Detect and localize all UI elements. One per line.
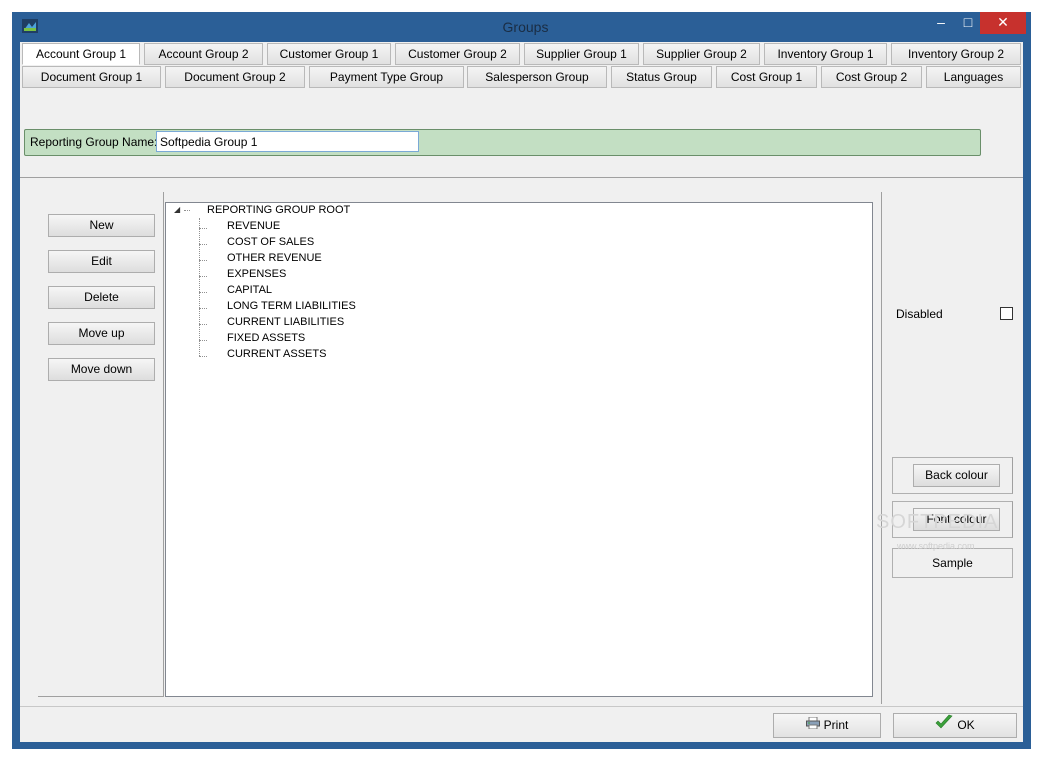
tree-connector (199, 276, 207, 277)
reporting-group-name-input[interactable] (156, 131, 419, 152)
tree-item-other-revenue[interactable]: OTHER REVENUE (227, 252, 322, 264)
disabled-label: Disabled (896, 307, 943, 321)
tab-customer-group-2[interactable]: Customer Group 2 (395, 43, 520, 65)
tab-salesperson-group[interactable]: Salesperson Group (467, 66, 607, 88)
tree-connector (199, 218, 200, 356)
footer-divider (20, 706, 1023, 707)
maximize-button[interactable]: □ (955, 12, 981, 34)
tree-item-current-liabilities[interactable]: CURRENT LIABILITIES (227, 316, 344, 328)
divider (20, 177, 1023, 178)
new-button[interactable]: New (48, 214, 155, 237)
sample-preview: Sample (892, 548, 1013, 578)
right-panel-divider (881, 192, 882, 704)
tree-connector (199, 324, 207, 325)
ok-button[interactable]: OK (893, 713, 1017, 738)
move-up-button[interactable]: Move up (48, 322, 155, 345)
tab-cost-group-2[interactable]: Cost Group 2 (821, 66, 922, 88)
tree-connector (199, 292, 207, 293)
checkmark-icon (935, 714, 953, 738)
window-title: Groups (502, 19, 549, 35)
print-button[interactable]: Print (773, 713, 881, 738)
tree-item-revenue[interactable]: REVENUE (227, 220, 280, 232)
tab-status-group[interactable]: Status Group (611, 66, 712, 88)
disabled-checkbox[interactable] (1000, 307, 1013, 320)
tab-inventory-group-2[interactable]: Inventory Group 2 (891, 43, 1021, 65)
printer-icon (805, 714, 820, 737)
edit-button[interactable]: Edit (48, 250, 155, 273)
tab-cost-group-1[interactable]: Cost Group 1 (716, 66, 817, 88)
tab-customer-group-1[interactable]: Customer Group 1 (267, 43, 391, 65)
back-colour-button[interactable]: Back colour (913, 464, 1000, 487)
tree-connector (199, 356, 207, 357)
tree-connector (199, 260, 207, 261)
ok-label: OK (957, 718, 975, 733)
move-down-button[interactable]: Move down (48, 358, 155, 381)
tree-item-long-term-liabilities[interactable]: LONG TERM LIABILITIES (227, 300, 356, 312)
tab-languages[interactable]: Languages (926, 66, 1021, 88)
delete-button[interactable]: Delete (48, 286, 155, 309)
print-label: Print (823, 718, 849, 732)
tab-supplier-group-1[interactable]: Supplier Group 1 (524, 43, 639, 65)
tree-item-expenses[interactable]: EXPENSES (227, 268, 286, 280)
tab-payment-type-group[interactable]: Payment Type Group (309, 66, 464, 88)
tree-item-capital[interactable]: CAPITAL (227, 284, 272, 296)
tree-connector (199, 308, 207, 309)
watermark-url: www.softpedia.com (897, 541, 975, 551)
tab-account-group-2[interactable]: Account Group 2 (144, 43, 263, 65)
tree-root-node[interactable]: REPORTING GROUP ROOT (207, 204, 350, 216)
tree-connector (199, 228, 207, 229)
tab-account-group-1[interactable]: Account Group 1 (22, 43, 140, 65)
tab-inventory-group-1[interactable]: Inventory Group 1 (764, 43, 887, 65)
tree-item-cost-of-sales[interactable]: COST OF SALES (227, 236, 314, 248)
tree-connector (199, 244, 207, 245)
watermark-text: SOFTPEDIA (876, 511, 999, 533)
collapse-triangle-icon[interactable]: ◢ (174, 205, 180, 214)
tree-connector (184, 210, 190, 211)
tree-connector (199, 340, 207, 341)
minimize-button[interactable]: – (928, 12, 954, 34)
tab-supplier-group-2[interactable]: Supplier Group 2 (643, 43, 760, 65)
tab-document-group-2[interactable]: Document Group 2 (165, 66, 305, 88)
tab-document-group-1[interactable]: Document Group 1 (22, 66, 161, 88)
tree-item-fixed-assets[interactable]: FIXED ASSETS (227, 332, 305, 344)
reporting-group-name-label: Reporting Group Name: (30, 135, 158, 149)
close-button[interactable]: ✕ (980, 12, 1026, 34)
tree-item-current-assets[interactable]: CURRENT ASSETS (227, 348, 326, 360)
